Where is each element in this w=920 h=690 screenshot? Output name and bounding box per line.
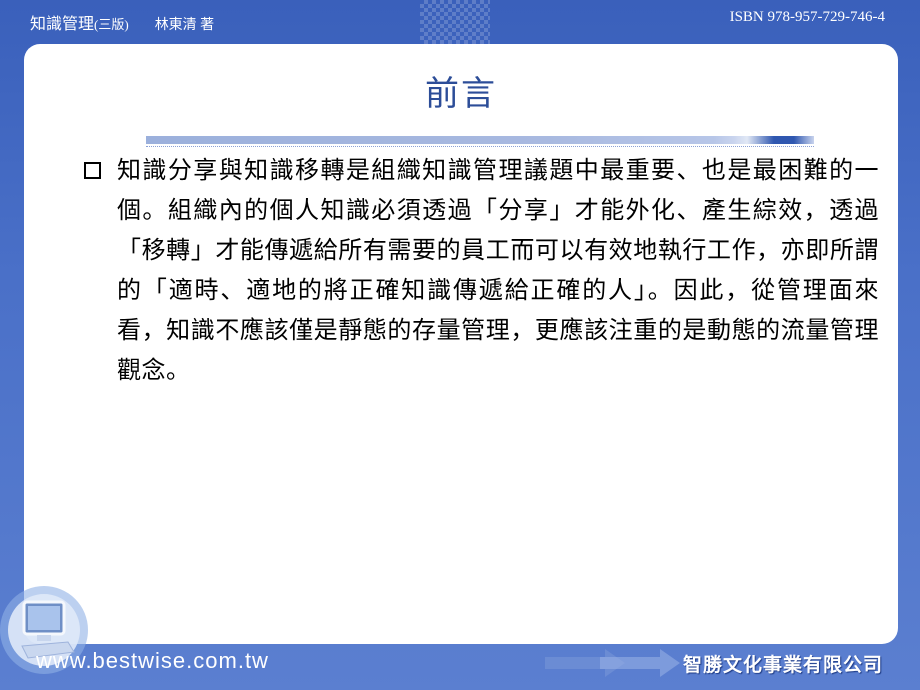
bullet-text: 知識分享與知識移轉是組織知識管理議題中最重要、也是最困難的一個。組織內的個人知識… [117, 156, 879, 384]
title-underline [146, 136, 814, 144]
isbn-label: ISBN 978-957-729-746-4 [729, 9, 885, 25]
checkbox-bullet-icon [84, 162, 101, 179]
book-author: 林東清 著 [154, 18, 215, 33]
arrow-decoration-icon [545, 649, 680, 677]
book-title: 知識管理 [30, 16, 95, 33]
slide-title: 前言 [425, 74, 497, 114]
company-name: 智勝文化事業有限公司 [683, 654, 884, 676]
checker-decoration [420, 0, 490, 44]
title-dotted-rule [146, 146, 814, 147]
book-header: 知識管理(三版) 林東清 著 [30, 10, 214, 34]
book-edition: (三版) [94, 17, 129, 32]
content-panel: 前言 知識分享與知識移轉是組織知識管理議題中最重要、也是最困難的一個。組織內的個… [24, 44, 898, 644]
website-url: www.bestwise.com.tw [36, 648, 269, 673]
